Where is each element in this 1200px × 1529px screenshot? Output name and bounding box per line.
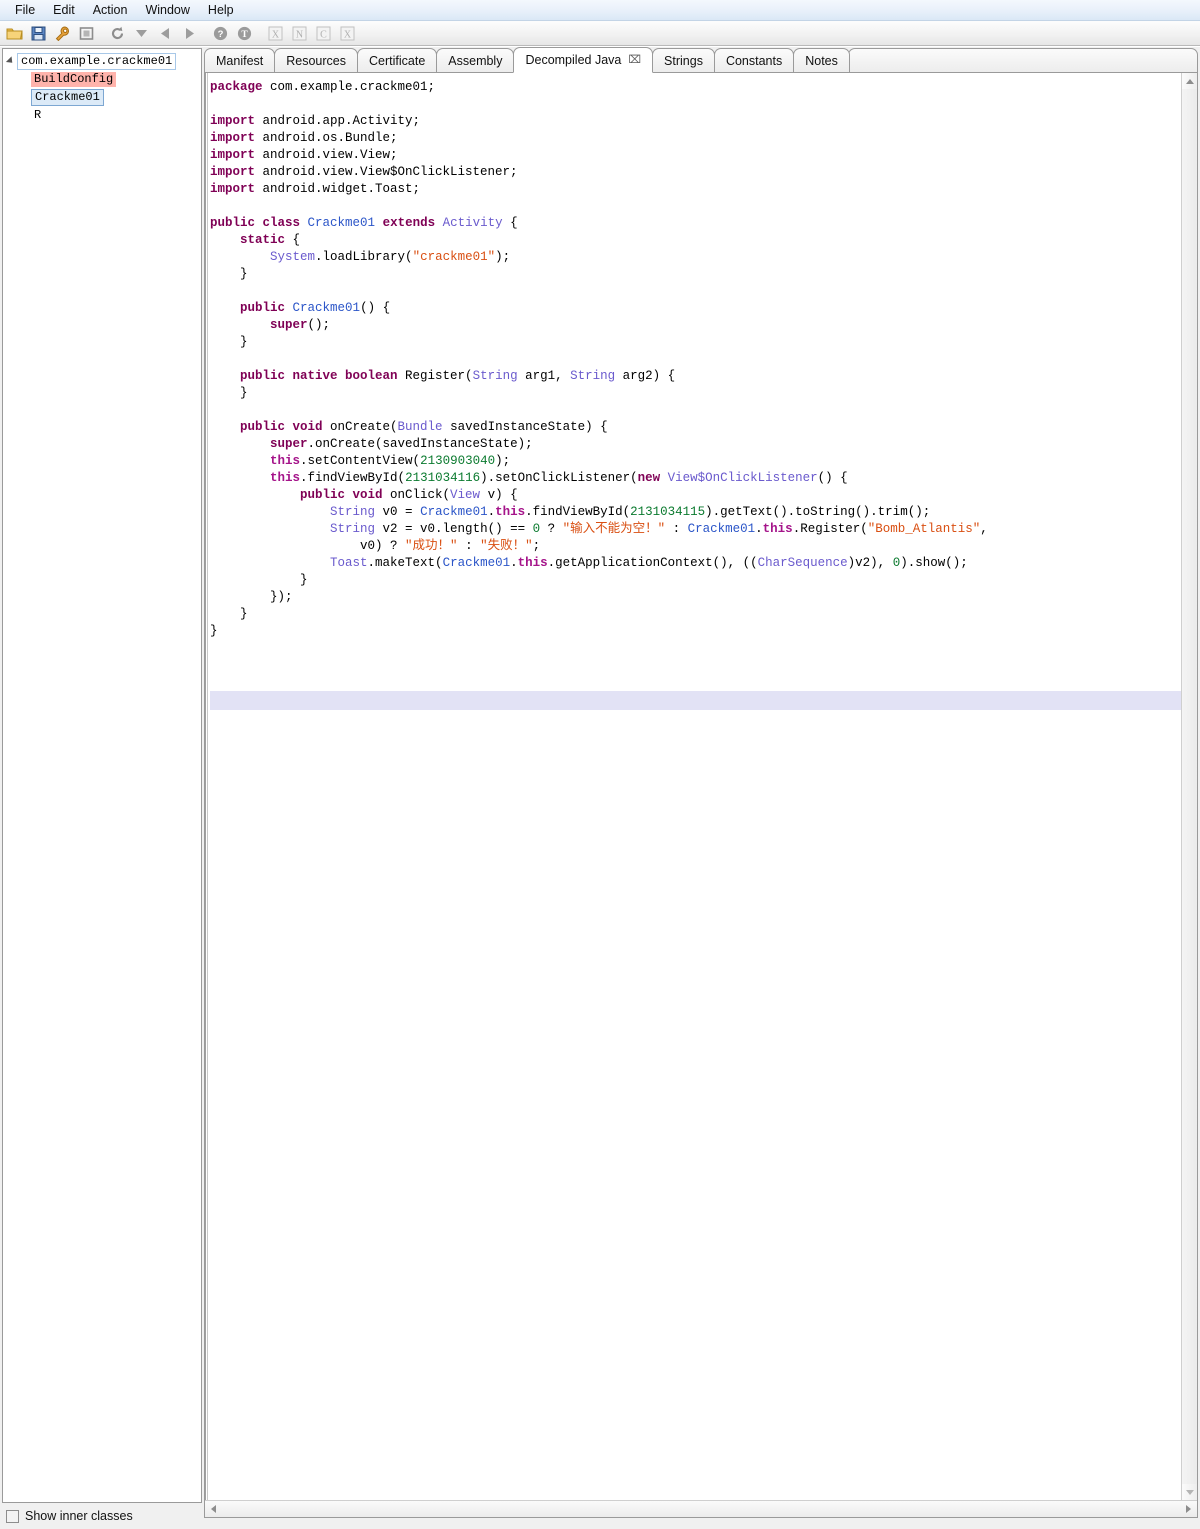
back-icon[interactable]: [154, 22, 177, 44]
tab-label: Assembly: [448, 54, 502, 68]
horizontal-scroll-track[interactable]: [222, 1501, 1180, 1517]
tab-label: Constants: [726, 54, 782, 68]
show-inner-classes-row[interactable]: Show inner classes: [2, 1503, 202, 1529]
editor-inner: package com.example.crackme01; import an…: [205, 73, 1197, 1500]
tab-label: Notes: [805, 54, 838, 68]
show-inner-classes-checkbox[interactable]: [6, 1510, 19, 1523]
code-view[interactable]: package com.example.crackme01; import an…: [205, 73, 1181, 1500]
tab-bar: Manifest Resources Certificate Assembly Deco…: [204, 47, 1198, 73]
editor-gutter: [205, 73, 208, 1500]
tree-node-com-example-crackme01[interactable]: com.example.crackme01: [3, 52, 201, 70]
tab-notes[interactable]: Notes: [793, 48, 850, 73]
tree-node-label: R: [31, 108, 44, 123]
tab-label: Decompiled Java: [525, 53, 621, 67]
current-line-highlight: [210, 691, 1181, 710]
tree-expand-arrow-icon[interactable]: [3, 57, 17, 65]
bottom-strip: [204, 1518, 1198, 1527]
tab-assembly[interactable]: Assembly: [436, 48, 514, 73]
tree-node-r[interactable]: R: [3, 106, 201, 124]
close-all-icon[interactable]: X: [336, 22, 359, 44]
svg-text:?: ?: [218, 29, 224, 40]
toolbar: ? T X N C X: [0, 21, 1200, 46]
decompiled-java-source: package com.example.crackme01; import an…: [205, 77, 1181, 640]
menu-window[interactable]: Window: [136, 1, 198, 19]
show-inner-classes-label: Show inner classes: [25, 1509, 133, 1523]
selection-icon[interactable]: [75, 22, 98, 44]
wrench-icon[interactable]: [51, 22, 74, 44]
scroll-down-arrow-icon[interactable]: [1182, 1484, 1198, 1500]
svg-text:T: T: [241, 30, 248, 40]
help-icon[interactable]: ?: [209, 22, 232, 44]
main-split: com.example.crackme01 BuildConfig Crackme0…: [0, 47, 1200, 1529]
c-icon[interactable]: C: [312, 22, 335, 44]
tree-node-label: Crackme01: [31, 89, 104, 106]
tree-node-buildconfig[interactable]: BuildConfig: [3, 70, 201, 88]
horizontal-scrollbar[interactable]: [205, 1500, 1197, 1517]
editor-container: package com.example.crackme01; import an…: [204, 73, 1198, 1518]
svg-text:C: C: [320, 29, 327, 40]
tab-resources[interactable]: Resources: [274, 48, 358, 73]
scroll-left-arrow-icon[interactable]: [205, 1501, 222, 1517]
editor-panel: Manifest Resources Certificate Assembly Deco…: [204, 47, 1200, 1529]
tab-strip-filler: [848, 48, 1198, 73]
tab-label: Manifest: [216, 54, 263, 68]
tab-certificate[interactable]: Certificate: [357, 48, 437, 73]
scroll-right-arrow-icon[interactable]: [1180, 1501, 1197, 1517]
forward-icon[interactable]: [178, 22, 201, 44]
menu-edit[interactable]: Edit: [44, 1, 84, 19]
menu-help[interactable]: Help: [199, 1, 243, 19]
svg-text:X: X: [344, 29, 352, 40]
save-icon[interactable]: [27, 22, 50, 44]
menu-bar: FileEditActionWindowHelp: [0, 0, 1200, 21]
info-icon[interactable]: T: [233, 22, 256, 44]
tab-label: Resources: [286, 54, 346, 68]
svg-text:N: N: [296, 29, 303, 40]
tab-constants[interactable]: Constants: [714, 48, 794, 73]
menu-file[interactable]: File: [6, 1, 44, 19]
open-folder-icon[interactable]: [3, 22, 26, 44]
tab-label: Certificate: [369, 54, 425, 68]
tree-node-crackme01[interactable]: Crackme01: [3, 88, 201, 106]
refresh-icon[interactable]: [106, 22, 129, 44]
dropdown-arrow-icon[interactable]: [130, 22, 153, 44]
tab-close-icon[interactable]: ⌧: [628, 55, 641, 66]
tab-strings[interactable]: Strings: [652, 48, 715, 73]
scroll-up-arrow-icon[interactable]: [1182, 73, 1198, 89]
tree-panel: com.example.crackme01 BuildConfig Crackme0…: [0, 47, 204, 1529]
svg-text:X: X: [272, 29, 280, 40]
tab-manifest[interactable]: Manifest: [204, 48, 275, 73]
tab-decompiled-java[interactable]: Decompiled Java ⌧: [513, 47, 653, 73]
vertical-scrollbar[interactable]: [1181, 73, 1197, 1500]
menu-action[interactable]: Action: [84, 1, 137, 19]
tab-label: Strings: [664, 54, 703, 68]
tree-node-label: BuildConfig: [31, 72, 116, 87]
package-tree[interactable]: com.example.crackme01 BuildConfig Crackme0…: [2, 48, 202, 1503]
tree-node-label: com.example.crackme01: [17, 53, 176, 70]
n-icon[interactable]: N: [288, 22, 311, 44]
close-x-icon[interactable]: X: [264, 22, 287, 44]
